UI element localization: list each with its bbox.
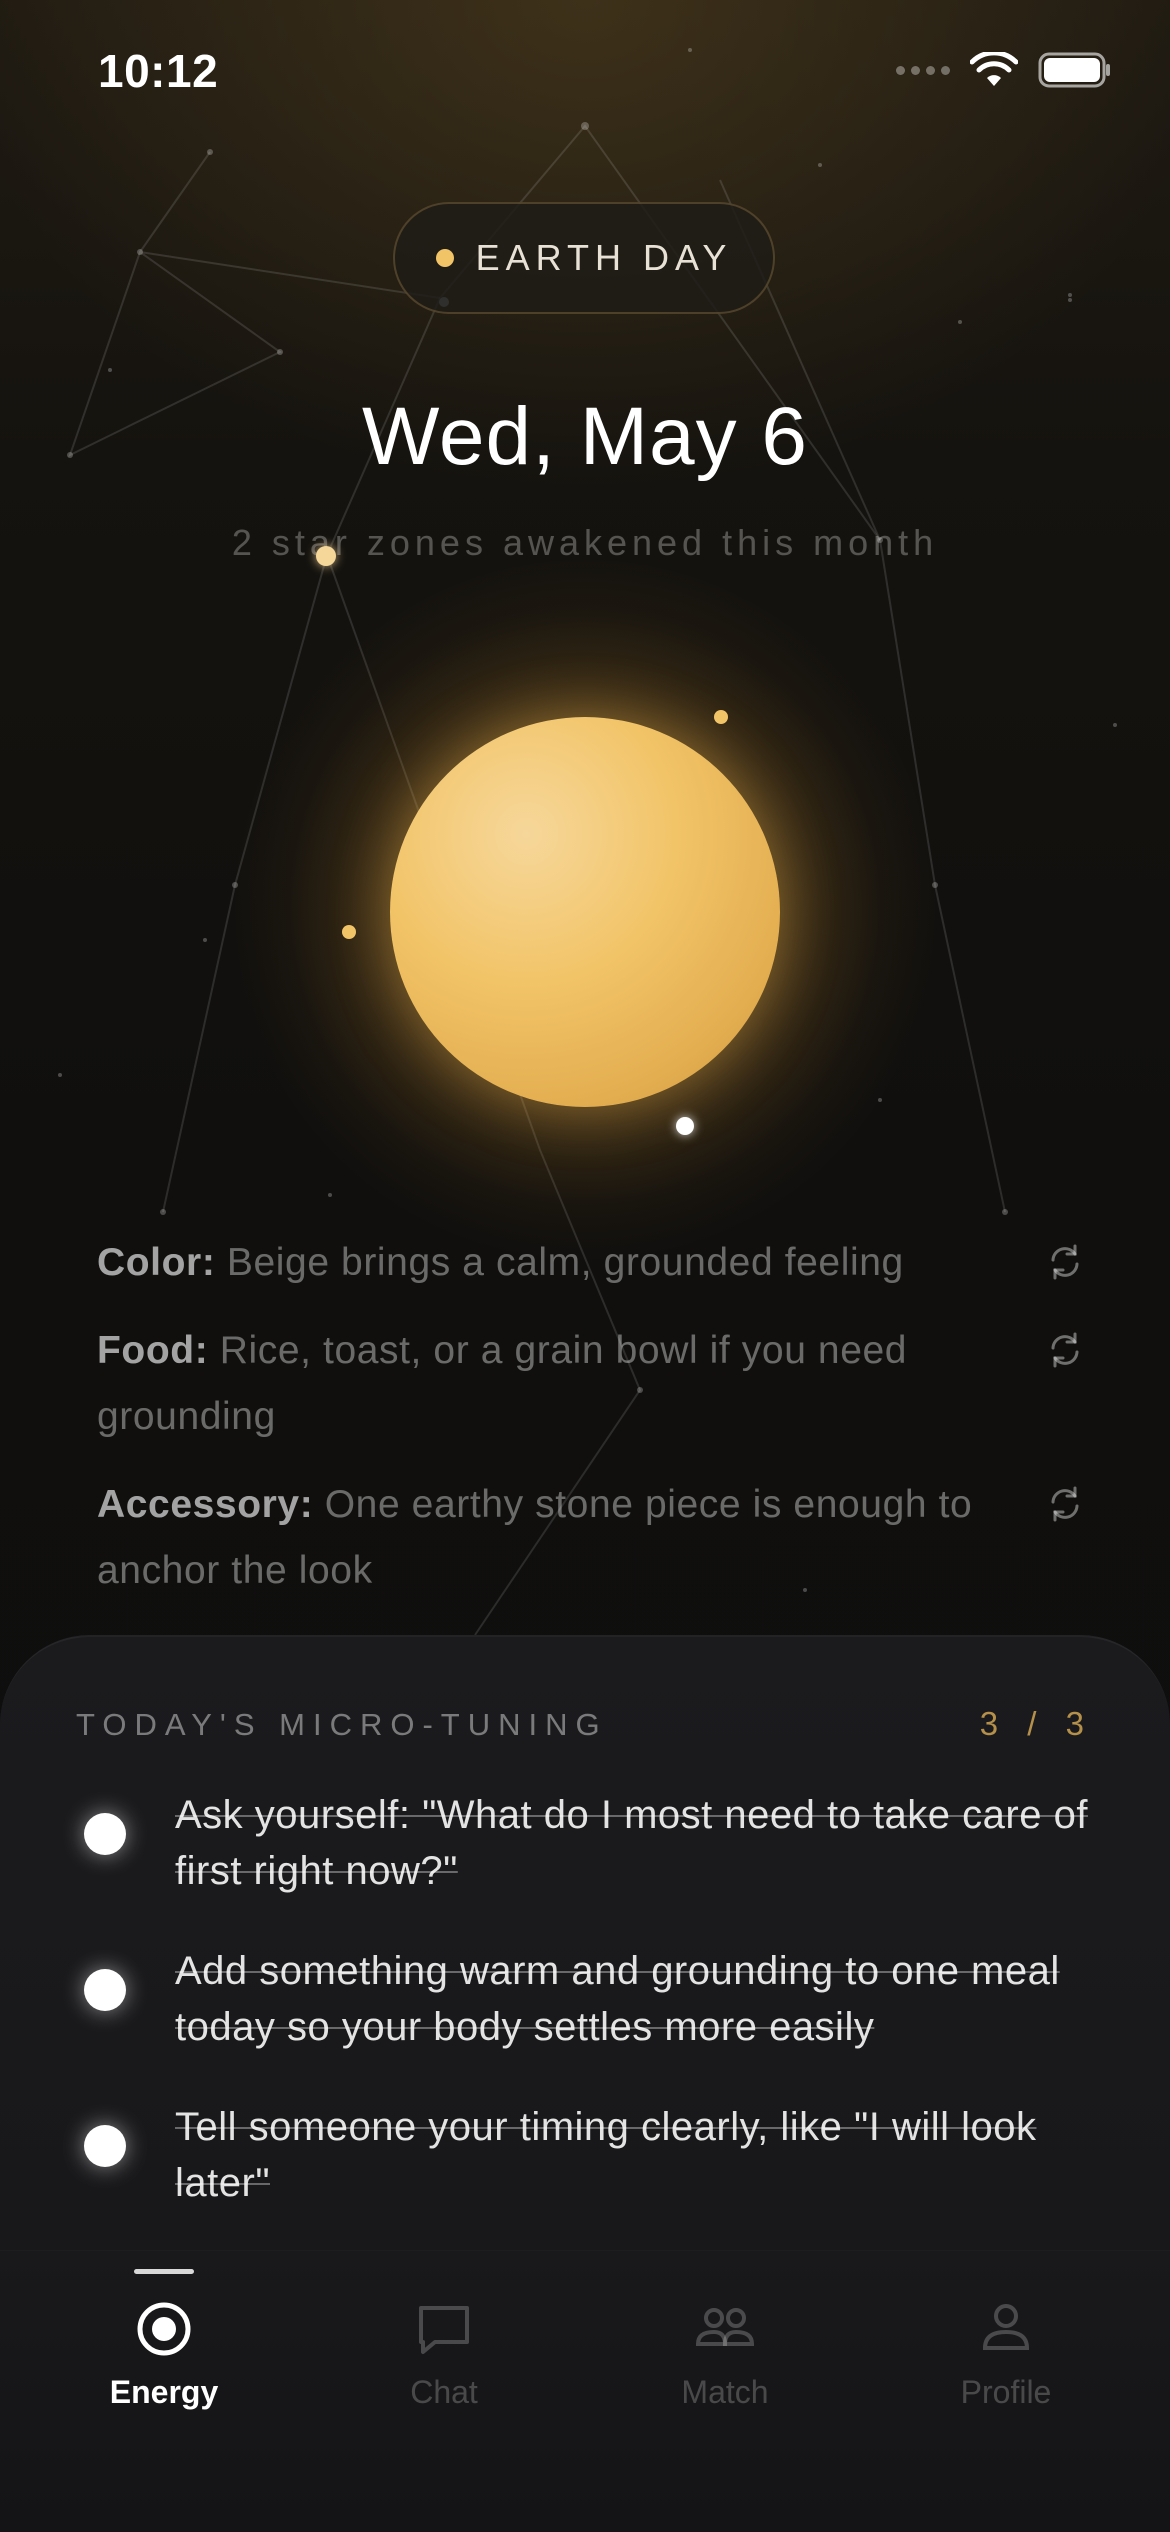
page-title: Wed, May 6 bbox=[362, 391, 808, 482]
task-count: 3 / 3 bbox=[979, 1705, 1094, 1742]
cellular-signal-icon bbox=[896, 65, 950, 75]
day-type-pill[interactable]: EARTH DAY bbox=[393, 202, 775, 314]
status-icons bbox=[896, 52, 1112, 88]
tip-key: Food: bbox=[97, 1329, 209, 1372]
sparkle-icon bbox=[316, 546, 336, 566]
refresh-icon[interactable] bbox=[1043, 1240, 1087, 1284]
tab-energy[interactable]: Energy bbox=[24, 2251, 304, 2451]
battery-icon bbox=[1038, 52, 1110, 88]
tab-label: Energy bbox=[109, 2374, 219, 2410]
refresh-icon[interactable] bbox=[1043, 1328, 1087, 1372]
status-time: 10:12 bbox=[98, 45, 219, 97]
tab-label: Match bbox=[681, 2374, 769, 2410]
micro-tuning-card: TODAY'S MICRO-TUNING 3 / 3 Ask yourself:… bbox=[0, 1635, 1170, 2255]
refresh-icon[interactable] bbox=[1043, 1482, 1087, 1526]
task-checkbox[interactable] bbox=[84, 1969, 126, 2011]
tab-bar: Energy Chat Match Profile bbox=[0, 2250, 1170, 2532]
page-subtitle: 2 star zones awakened this month bbox=[231, 522, 939, 563]
profile-icon bbox=[982, 2304, 1030, 2350]
task-text: Ask yourself: "What do I most need to ta… bbox=[175, 1793, 1088, 1893]
tip-key: Color: bbox=[97, 1241, 216, 1284]
sparkle-icon bbox=[342, 925, 356, 939]
tip-item-color: Color: Beige brings a calm, grounded fee… bbox=[97, 1230, 1087, 1296]
match-icon bbox=[695, 2308, 755, 2346]
energy-screen: 10:12 EARTH DAY Wed, May 6 2 star zones … bbox=[0, 0, 1170, 2532]
energy-orb[interactable] bbox=[390, 717, 780, 1107]
pill-dot-icon bbox=[435, 249, 454, 267]
tab-match[interactable]: Match bbox=[585, 2251, 865, 2451]
tip-text: Beige brings a calm, grounded feeling bbox=[226, 1241, 904, 1284]
card-title: TODAY'S MICRO-TUNING bbox=[76, 1707, 608, 1742]
tab-profile[interactable]: Profile bbox=[866, 2251, 1146, 2451]
chat-icon bbox=[419, 2306, 469, 2354]
active-tab-indicator bbox=[134, 2269, 194, 2274]
tip-text: Rice, toast, or a grain bowl if you need… bbox=[97, 1329, 908, 1438]
tab-label: Profile bbox=[960, 2374, 1052, 2410]
wifi-icon bbox=[970, 52, 1018, 86]
sparkle-icon bbox=[676, 1117, 694, 1135]
sparkle-icon bbox=[714, 710, 728, 724]
tip-item-accessory: Accessory: One earthy stone piece is eno… bbox=[97, 1472, 1087, 1604]
energy-icon bbox=[137, 2302, 191, 2356]
tip-item-food: Food: Rice, toast, or a grain bowl if yo… bbox=[97, 1318, 1087, 1450]
task-checkbox[interactable] bbox=[84, 1813, 126, 1855]
tips-list: Color: Beige brings a calm, grounded fee… bbox=[97, 1230, 1087, 1626]
pill-label: EARTH DAY bbox=[475, 237, 733, 278]
tab-label: Chat bbox=[410, 2374, 478, 2410]
task-text: Add something warm and grounding to one … bbox=[175, 1949, 1060, 2049]
tip-key: Accessory: bbox=[97, 1483, 314, 1526]
task-text: Tell someone your timing clearly, like "… bbox=[175, 2105, 1037, 2205]
task-checkbox[interactable] bbox=[84, 2125, 126, 2167]
tab-chat[interactable]: Chat bbox=[304, 2251, 584, 2451]
